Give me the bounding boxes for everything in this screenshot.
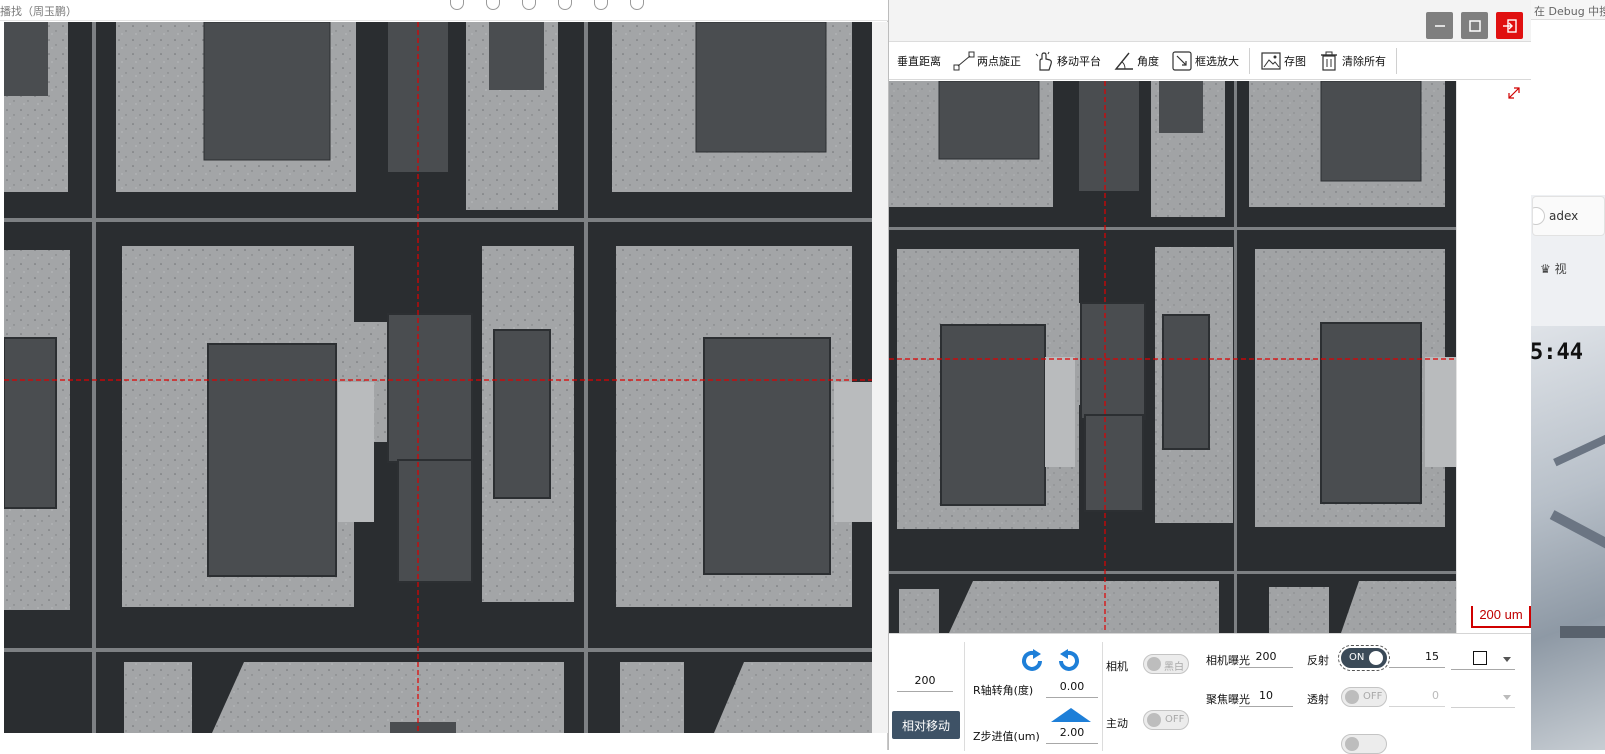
rotate-left-icon[interactable] [1020, 648, 1046, 677]
trash-icon [1321, 51, 1337, 71]
z-step-field[interactable]: 2.00 [1046, 722, 1098, 744]
left-chip-image [4, 22, 872, 733]
color-swatch [1473, 651, 1487, 665]
crown-icon: ♛ [1540, 262, 1551, 276]
vertical-distance-tool[interactable]: 垂直距离 [891, 46, 947, 76]
two-point-rotate-label: 两点旋正 [977, 54, 1021, 68]
left-window-titlebar[interactable]: 播找（周玉鹏） [0, 0, 888, 21]
background-search-hint: 在 Debug 中搜索 [1530, 0, 1605, 20]
camera-mode-toggle[interactable]: 黑白 [1143, 654, 1189, 674]
relative-move-button[interactable]: 相对移动 [892, 711, 960, 739]
two-point-rotate-icon [953, 51, 975, 70]
focus-exposure-field[interactable]: 10 [1239, 685, 1293, 707]
background-user-card[interactable]: adex [1532, 196, 1605, 236]
clear-all-tool[interactable]: 清除所有 [1312, 46, 1392, 76]
reflect-label: 反射 [1307, 654, 1329, 667]
extra-toggle[interactable] [1341, 734, 1387, 754]
scale-bar: 200 um [1471, 606, 1531, 628]
box-zoom-tool[interactable]: 框选放大 [1165, 46, 1245, 76]
background-clock: 5:44 [1530, 340, 1583, 365]
search-icon[interactable] [450, 0, 464, 10]
zoom-icon[interactable] [522, 0, 536, 10]
toggle-knob [1345, 737, 1359, 751]
auto-toggle[interactable]: OFF [1143, 710, 1189, 730]
background-vip-item[interactable]: ♛ 视 [1532, 250, 1605, 286]
background-vip-label: 视 [1554, 262, 1567, 276]
left-image-window[interactable]: 播找（周玉鹏） [0, 0, 888, 750]
control-panel: 200 相对移动 R轴转角(度) 0.00 Z步进值(um) 2.00 相机 黑… [889, 633, 1531, 754]
background-video-thumbnail: 5:44 [1530, 326, 1605, 750]
chevron-down-icon [1503, 695, 1511, 700]
avatar [1533, 207, 1545, 225]
transmit-label: 透射 [1307, 693, 1329, 706]
left-window-scrollbar[interactable] [872, 22, 888, 733]
main-window-titlebar[interactable] [889, 0, 1531, 42]
rotate-right-icon[interactable] [1055, 648, 1081, 677]
control-divider [964, 642, 965, 751]
reflect-color-select[interactable] [1451, 648, 1515, 670]
file-icon[interactable] [558, 0, 572, 10]
angle-icon [1114, 52, 1133, 70]
main-toolbar: 垂直距离 两点旋正 移动平台 角度 框选放大 存图 清除所有 [889, 42, 1531, 80]
toggle-knob [1369, 651, 1383, 665]
main-app-window[interactable]: 垂直距离 两点旋正 移动平台 角度 框选放大 存图 清除所有 200 um 20… [888, 0, 1531, 754]
scale-bar-label: 200 um [1479, 607, 1523, 622]
hand-move-icon [1035, 51, 1052, 71]
z-step-label: Z步进值(um) [973, 730, 1040, 743]
control-divider [1102, 642, 1103, 751]
toggle-knob [1147, 657, 1161, 671]
main-side-panel: 200 um [1456, 81, 1531, 633]
camera-toggle-text: 黑白 [1164, 662, 1184, 673]
exit-button[interactable] [1496, 12, 1523, 39]
transmit-value-field[interactable]: 0 [1389, 685, 1445, 707]
minimize-button[interactable] [1426, 12, 1453, 39]
auto-toggle-text: OFF [1165, 714, 1185, 725]
step-value-field[interactable]: 200 [897, 670, 953, 692]
box-zoom-icon [1172, 50, 1192, 71]
move-stage-tool[interactable]: 移动平台 [1027, 46, 1107, 76]
chevron-down-icon [1503, 657, 1511, 662]
clipboard-icon[interactable] [630, 0, 644, 10]
toggle-knob [1147, 713, 1161, 727]
move-stage-label: 移动平台 [1057, 54, 1101, 68]
exit-icon [1502, 18, 1517, 33]
save-image-label: 存图 [1284, 54, 1306, 68]
r-axis-field[interactable]: 0.00 [1046, 676, 1098, 698]
background-user-name: adex [1549, 209, 1579, 223]
image-icon [1261, 51, 1281, 70]
two-point-rotate-tool[interactable]: 两点旋正 [947, 46, 1027, 76]
toolbar-divider [1396, 47, 1397, 74]
z-up-arrow-icon[interactable] [1051, 708, 1091, 722]
transmit-toggle-text: OFF [1363, 691, 1383, 702]
left-microscope-view[interactable] [4, 22, 872, 733]
reflect-toggle-text: ON [1349, 652, 1365, 663]
reflect-value-field[interactable]: 15 [1389, 646, 1445, 668]
save-image-tool[interactable]: 存图 [1254, 46, 1312, 76]
expand-icon[interactable] [1507, 86, 1521, 103]
main-chip-image [889, 81, 1456, 633]
vertical-distance-label: 垂直距离 [897, 54, 941, 68]
toggle-knob [1345, 690, 1359, 704]
angle-tool[interactable]: 角度 [1107, 46, 1165, 76]
maximize-icon [1468, 19, 1481, 32]
maximize-button[interactable] [1461, 12, 1488, 39]
camera-label: 相机 [1106, 660, 1128, 673]
box-zoom-label: 框选放大 [1195, 54, 1239, 68]
main-microscope-view[interactable] [889, 81, 1456, 633]
clear-all-label: 清除所有 [1342, 54, 1386, 68]
minimize-icon [1434, 24, 1445, 27]
left-window-title: 播找（周玉鹏） [0, 5, 77, 18]
angle-label: 角度 [1137, 54, 1159, 68]
r-axis-label: R轴转角(度) [973, 684, 1034, 697]
background-panel [1530, 20, 1605, 195]
auto-label: 主动 [1106, 717, 1128, 730]
transmit-color-select[interactable] [1451, 686, 1515, 708]
camera-exposure-field[interactable]: 200 [1239, 646, 1293, 668]
transmit-toggle[interactable]: OFF [1341, 687, 1387, 707]
reflect-toggle[interactable]: ON [1338, 645, 1390, 671]
info-icon[interactable] [486, 0, 500, 10]
toolbar-divider [1249, 47, 1250, 74]
left-window-toolbar [450, 0, 644, 18]
copy-icon[interactable] [594, 0, 608, 10]
